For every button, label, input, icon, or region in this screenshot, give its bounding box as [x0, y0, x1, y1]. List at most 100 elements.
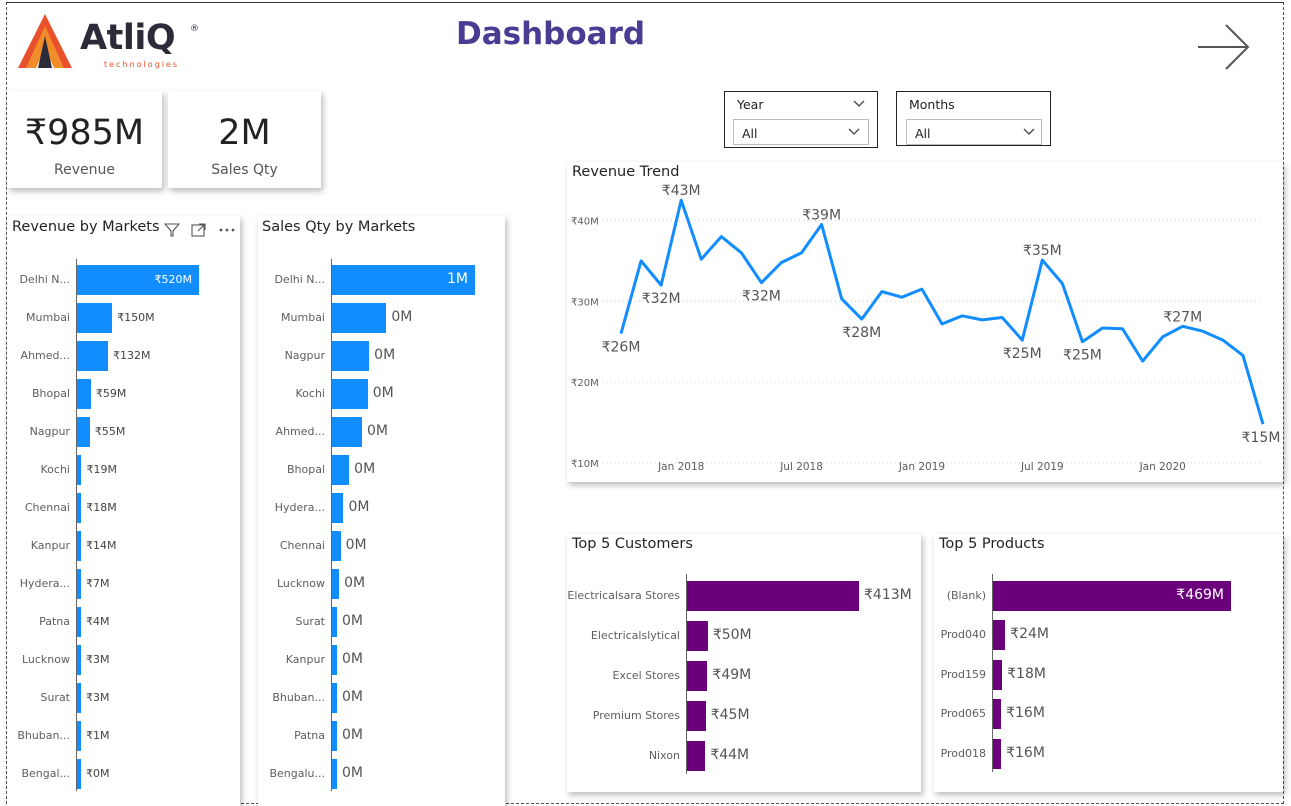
bar-data-label: 0M — [342, 689, 363, 705]
bar[interactable] — [77, 531, 81, 561]
bar-data-label: 0M — [391, 309, 413, 325]
bar-category-label: Kanpur — [30, 539, 70, 552]
slicer-value: All — [742, 126, 758, 141]
bar-category-label: Mumbai — [26, 311, 70, 324]
line-data-label: ₹27M — [1163, 309, 1202, 325]
chevron-down-icon[interactable] — [853, 100, 865, 108]
bar-data-label: 0M — [345, 537, 367, 553]
kpi-card-revenue[interactable]: ₹985M Revenue — [7, 91, 162, 188]
bar[interactable] — [77, 493, 82, 523]
kpi-card-sales-qty[interactable]: 2M Sales Qty — [168, 91, 321, 188]
bar-data-label: ₹45M — [710, 707, 750, 723]
bar-category-label: Chennai — [279, 539, 325, 552]
bar[interactable] — [332, 341, 370, 371]
bar[interactable] — [332, 303, 387, 333]
months-slicer: Months All — [896, 91, 1051, 146]
bar[interactable] — [687, 581, 859, 611]
bar-category-label: Kochi — [40, 463, 70, 476]
sales-qty-by-markets-visual[interactable]: Sales Qty by Markets Delhi N... 1M Mumbai 0… — [258, 216, 505, 806]
bar[interactable] — [332, 607, 337, 637]
bar[interactable] — [332, 417, 363, 447]
bar-data-label: ₹18M — [86, 500, 117, 514]
bar-data-label: ₹50M — [712, 627, 752, 643]
bar-category-label: Bhuban... — [17, 729, 70, 742]
bar[interactable] — [993, 620, 1006, 651]
bar[interactable] — [332, 455, 350, 485]
bar-data-label: ₹469M — [1176, 586, 1224, 603]
focus-mode-icon[interactable] — [190, 222, 208, 238]
bar-category-label: Hydera... — [19, 577, 70, 590]
bar[interactable] — [993, 738, 1002, 769]
arrow-right-icon[interactable] — [1194, 22, 1254, 72]
atliq-logo: AtliQ ® technologies — [14, 12, 204, 72]
year-dropdown[interactable]: All — [733, 119, 869, 145]
more-options-icon[interactable] — [218, 222, 236, 238]
bar[interactable] — [993, 699, 1002, 730]
logo-subtitle: technologies — [104, 60, 179, 69]
page-title: Dashboard — [456, 16, 646, 52]
bar-category-label: Surat — [295, 615, 325, 628]
bar[interactable] — [77, 341, 108, 371]
bar[interactable] — [332, 493, 344, 523]
bar[interactable] — [332, 721, 337, 751]
chevron-down-icon — [848, 128, 860, 135]
x-tick-label: Jan 2019 — [898, 461, 945, 473]
visual-title: Top 5 Customers — [572, 536, 693, 552]
bar-data-label: ₹4M — [86, 614, 110, 628]
bar-category-label: Prod040 — [940, 628, 986, 642]
bar[interactable] — [687, 661, 708, 691]
bar-data-label: 0M — [354, 461, 376, 477]
bar[interactable] — [77, 759, 81, 789]
bar-category-label: Bhopal — [286, 463, 325, 476]
bar-data-label: ₹16M — [1006, 705, 1045, 722]
x-tick-label: Jul 2019 — [1020, 461, 1064, 473]
bar-data-label: ₹132M — [112, 348, 151, 362]
bar[interactable] — [332, 759, 337, 789]
bar-data-label: ₹55M — [94, 424, 126, 438]
bar[interactable] — [77, 607, 81, 637]
bar[interactable] — [77, 645, 81, 675]
bar[interactable] — [77, 455, 82, 485]
bar-category-label: Bengalu... — [269, 767, 325, 780]
bar[interactable] — [77, 379, 91, 409]
bar[interactable] — [77, 683, 81, 713]
bar[interactable] — [332, 645, 337, 675]
bar[interactable] — [687, 741, 706, 771]
bar[interactable] — [77, 417, 90, 447]
bar[interactable] — [687, 621, 708, 651]
bar-category-label: Prod018 — [940, 746, 986, 760]
line-data-label: ₹25M — [1063, 348, 1102, 364]
bar[interactable] — [332, 531, 341, 561]
bar-category-label: Excel Stores — [612, 669, 680, 682]
kpi-label: Sales Qty — [211, 162, 278, 178]
top-5-customers-visual[interactable]: Top 5 Customers Electricalsara Stores ₹41… — [567, 534, 921, 792]
bar-data-label: ₹14M — [86, 538, 117, 552]
bar[interactable] — [77, 569, 81, 599]
slicer-title: Months — [909, 97, 955, 112]
bar-data-label: ₹1M — [86, 728, 110, 742]
bar[interactable] — [332, 569, 340, 599]
line-data-label: ₹28M — [842, 325, 881, 341]
top-5-products-visual[interactable]: Top 5 Products (Blank) ₹469M Prod040 ₹24M Pr… — [934, 534, 1283, 792]
bar-category-label: Kanpur — [285, 653, 325, 666]
line-data-label: ₹43M — [662, 183, 701, 199]
revenue-trend-visual[interactable]: Revenue Trend ₹10M ₹20M ₹30M ₹40M Jan 2018 Ju… — [567, 162, 1283, 482]
bar-category-label: Patna — [39, 615, 70, 628]
bar-data-label: 0M — [348, 499, 370, 515]
bar[interactable] — [332, 379, 368, 409]
bar-data-label: ₹0M — [86, 766, 110, 780]
bar[interactable] — [993, 659, 1003, 690]
bar[interactable] — [77, 303, 113, 333]
months-dropdown[interactable]: All — [906, 119, 1042, 145]
bar[interactable] — [77, 721, 81, 751]
year-slicer: Year All — [724, 91, 878, 148]
bar-category-label: Kochi — [295, 387, 325, 400]
bar-category-label: Ahmed... — [275, 425, 325, 438]
bar[interactable] — [687, 701, 706, 731]
bar[interactable] — [332, 683, 337, 713]
filter-icon[interactable] — [163, 222, 181, 238]
revenue-by-markets-visual[interactable]: Revenue by Markets Delhi N... ₹520M Mumbai… — [7, 216, 240, 806]
bar-category-label: Prod065 — [940, 707, 986, 721]
line-data-label: ₹26M — [602, 340, 641, 356]
bar-data-label: ₹49M — [712, 667, 752, 683]
